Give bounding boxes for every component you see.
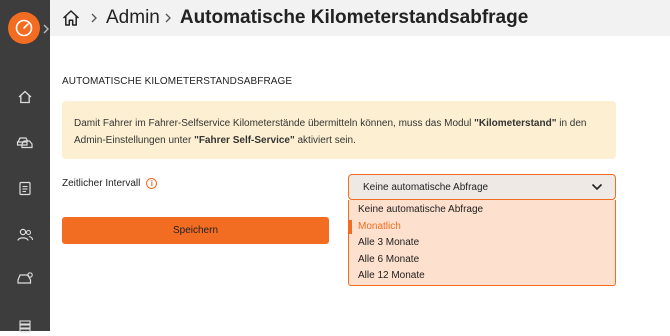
option-keine[interactable]: Keine automatische Abfrage — [349, 202, 615, 219]
interval-select[interactable]: Keine automatische Abfrage — [348, 174, 616, 200]
option-monatlich[interactable]: Monatlich — [349, 219, 615, 236]
chevron-down-icon — [591, 182, 603, 192]
gauge-logo-icon[interactable] — [8, 12, 40, 44]
info-text-part3: aktiviert sein. — [294, 135, 356, 146]
chevron-right-icon — [90, 12, 100, 24]
info-text-part1: Damit Fahrer im Fahrer-Selfservice Kilom… — [74, 118, 475, 129]
sidebar-stack-icon[interactable] — [15, 316, 35, 336]
info-text-bold2: "Fahrer Self-Service" — [194, 135, 295, 146]
select-value: Keine automatische Abfrage — [363, 181, 489, 193]
option-3-monate[interactable]: Alle 3 Monate — [349, 235, 615, 252]
sidebar-clipboard-icon[interactable] — [15, 178, 35, 198]
chevron-right-icon[interactable] — [42, 22, 50, 34]
home-icon[interactable] — [60, 7, 82, 29]
interval-label-text: Zeitlicher Intervall — [62, 178, 141, 189]
save-button[interactable]: Speichern — [62, 217, 329, 244]
info-icon[interactable]: i — [146, 178, 158, 189]
interval-dropdown: Keine automatische Abfrage Monatlich All… — [348, 200, 616, 286]
sidebar-users-icon[interactable] — [15, 225, 35, 245]
breadcrumb-admin[interactable]: Admin — [106, 7, 160, 29]
option-6-monate[interactable]: Alle 6 Monate — [349, 252, 615, 269]
sidebar — [0, 0, 50, 333]
info-text-bold1: "Kilometerstand" — [474, 118, 557, 129]
chevron-right-icon — [164, 12, 174, 24]
section-title: AUTOMATISCHE KILOMETERSTANDSABFRAGE — [62, 76, 293, 87]
interval-label: Zeitlicher Intervall i — [62, 178, 158, 189]
breadcrumb: Admin Automatische Kilometerstandsabfrag… — [50, 0, 670, 36]
page-title: Automatische Kilometerstandsabfrage — [179, 7, 529, 28]
sidebar-cars-icon[interactable] — [15, 133, 35, 153]
sidebar-car-settings-icon[interactable] — [15, 268, 35, 288]
sidebar-home-icon[interactable] — [15, 87, 35, 107]
option-12-monate[interactable]: Alle 12 Monate — [349, 268, 615, 285]
info-notice: Damit Fahrer im Fahrer-Selfservice Kilom… — [62, 101, 616, 159]
